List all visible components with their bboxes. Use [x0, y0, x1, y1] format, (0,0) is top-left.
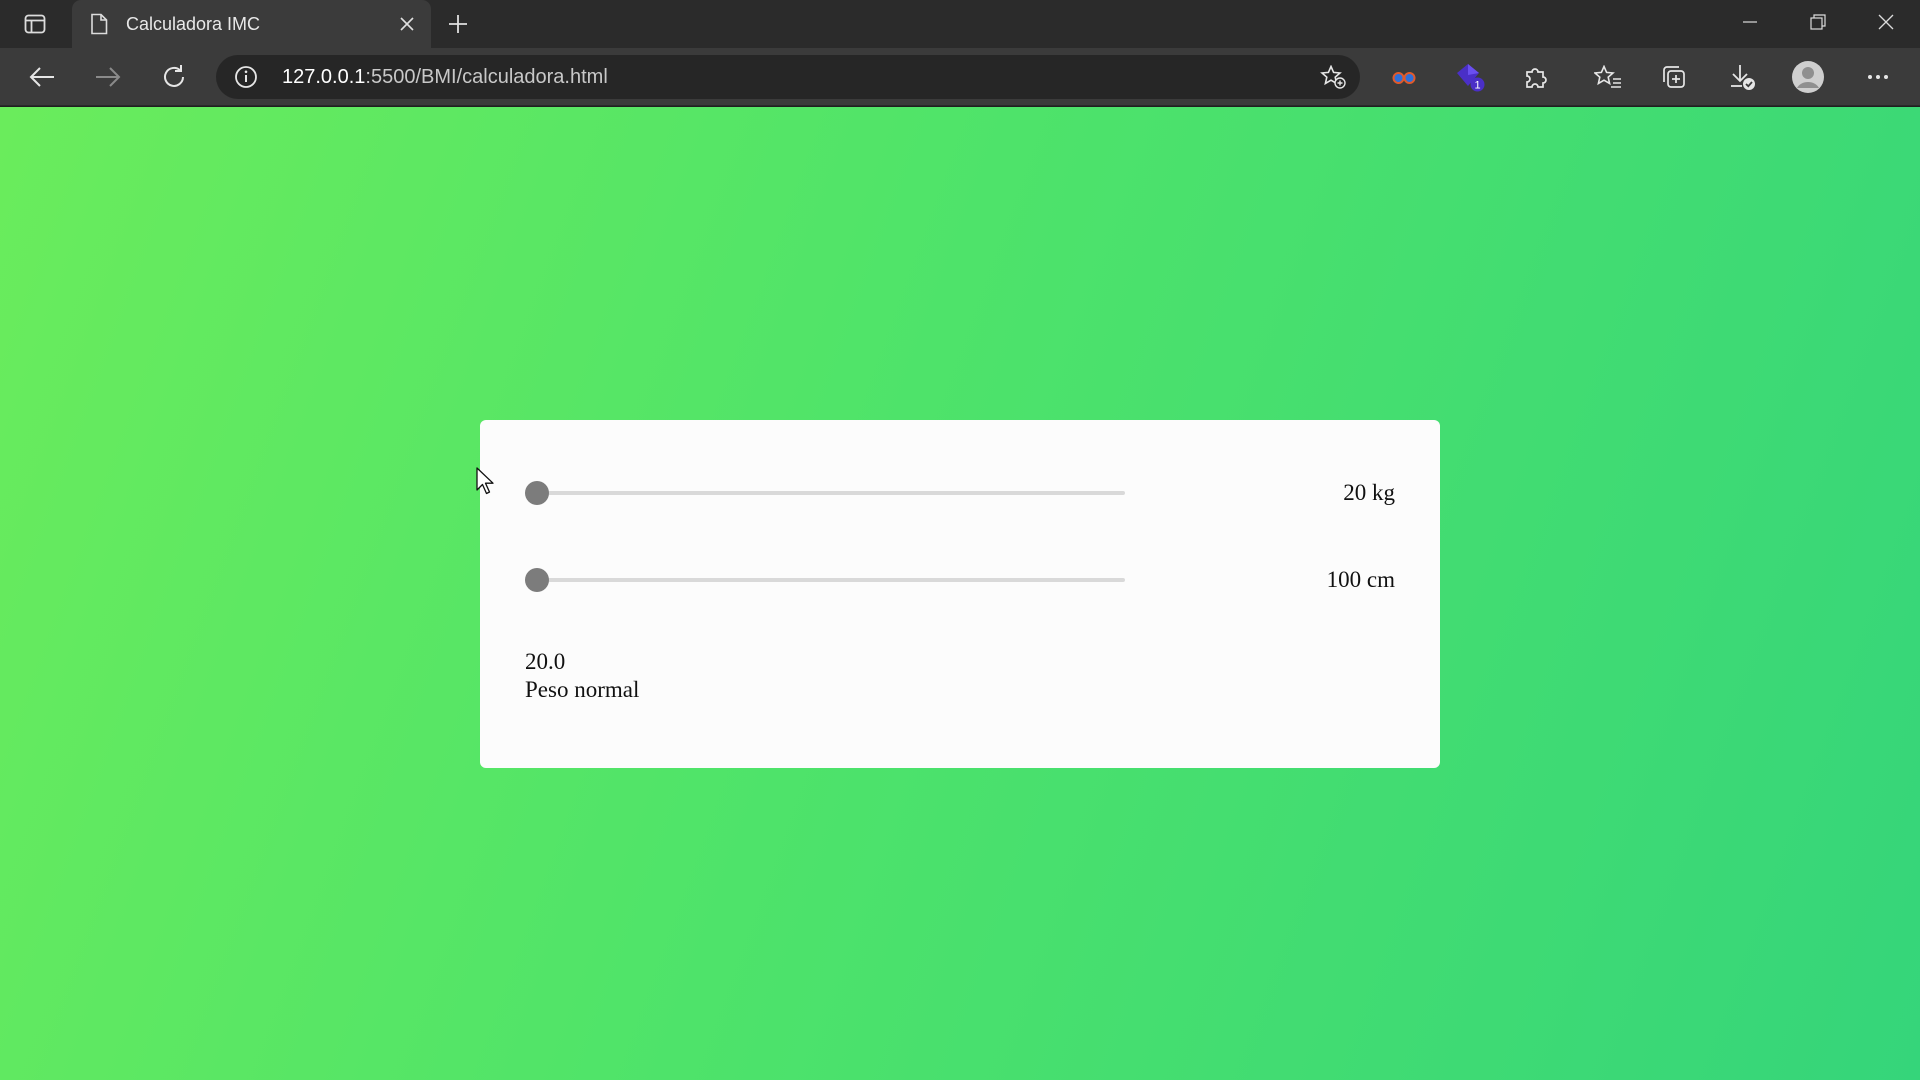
tab-title: Calculadora IMC	[126, 14, 261, 34]
download-icon	[1731, 65, 1755, 90]
bmi-result: 20.0 Peso normal	[525, 648, 639, 704]
puzzle-icon	[1526, 68, 1547, 88]
plus-icon	[449, 15, 467, 33]
purple-extension-icon: 1	[1457, 64, 1485, 92]
weight-value: 20 kg	[1343, 480, 1395, 505]
url-path: :5500/BMI/calculadora.html	[365, 66, 608, 88]
site-info-icon[interactable]	[234, 65, 258, 89]
tab-actions-icon	[24, 14, 46, 34]
back-button[interactable]	[22, 57, 62, 97]
extension-badge: 1	[1474, 80, 1480, 92]
close-icon[interactable]	[395, 12, 419, 36]
glasses-extension-button[interactable]	[1384, 57, 1424, 97]
minimize-icon	[1743, 21, 1757, 23]
extensions-button[interactable]	[1516, 57, 1556, 97]
reload-icon	[164, 65, 184, 87]
bmi-calculator-card: 20 kg 100 cm 20.0 Peso normal	[480, 420, 1440, 768]
mouse-cursor-icon	[476, 467, 494, 495]
collections-icon	[1663, 66, 1685, 88]
avatar-icon	[1792, 61, 1824, 93]
height-value: 100 cm	[1326, 567, 1395, 592]
height-row: 100 cm	[525, 560, 1395, 600]
weight-slider[interactable]	[525, 481, 1125, 505]
tab-bar: Calculadora IMC	[0, 0, 1920, 48]
window-controls	[1716, 0, 1920, 44]
url-host: 127.0.0.1	[282, 66, 366, 88]
close-window-icon	[1878, 14, 1894, 30]
restore-icon	[1810, 14, 1826, 30]
page-viewport: 20 kg 100 cm 20.0 Peso normal	[0, 107, 1920, 1080]
forward-arrow-icon	[96, 67, 121, 87]
new-tab-button[interactable]	[440, 8, 476, 40]
purple-extension-button[interactable]: 1	[1450, 57, 1490, 97]
navigation-toolbar: 127.0.0.1:5500/BMI/calculadora.html 1	[0, 48, 1920, 106]
weight-slider-thumb[interactable]	[525, 481, 549, 505]
back-arrow-icon	[29, 67, 54, 87]
favorites-button[interactable]	[1588, 57, 1628, 97]
add-favorite-icon[interactable]	[1320, 65, 1346, 89]
tab-actions-button[interactable]	[14, 8, 56, 40]
height-slider[interactable]	[525, 568, 1125, 592]
bmi-value: 20.0	[525, 649, 566, 674]
restore-button[interactable]	[1784, 0, 1852, 44]
url-text[interactable]: 127.0.0.1:5500/BMI/calculadora.html	[282, 66, 608, 88]
browser-tab[interactable]: Calculadora IMC	[72, 0, 431, 48]
address-bar[interactable]: 127.0.0.1:5500/BMI/calculadora.html	[216, 55, 1360, 99]
collections-button[interactable]	[1654, 57, 1694, 97]
reload-button[interactable]	[154, 57, 194, 97]
glasses-extension-icon	[1392, 72, 1416, 84]
weight-slider-track[interactable]	[525, 491, 1125, 495]
height-slider-track[interactable]	[525, 578, 1125, 582]
bmi-category: Peso normal	[525, 677, 640, 702]
forward-button[interactable]	[88, 57, 128, 97]
favorites-icon	[1594, 65, 1621, 88]
more-dots-icon	[1868, 75, 1888, 79]
height-slider-thumb[interactable]	[525, 568, 549, 592]
downloads-button[interactable]	[1722, 57, 1762, 97]
close-window-button[interactable]	[1852, 0, 1920, 44]
more-menu-button[interactable]	[1858, 57, 1898, 97]
page-icon	[88, 13, 110, 35]
weight-row: 20 kg	[525, 473, 1395, 513]
minimize-button[interactable]	[1716, 0, 1784, 44]
profile-button[interactable]	[1788, 57, 1828, 97]
